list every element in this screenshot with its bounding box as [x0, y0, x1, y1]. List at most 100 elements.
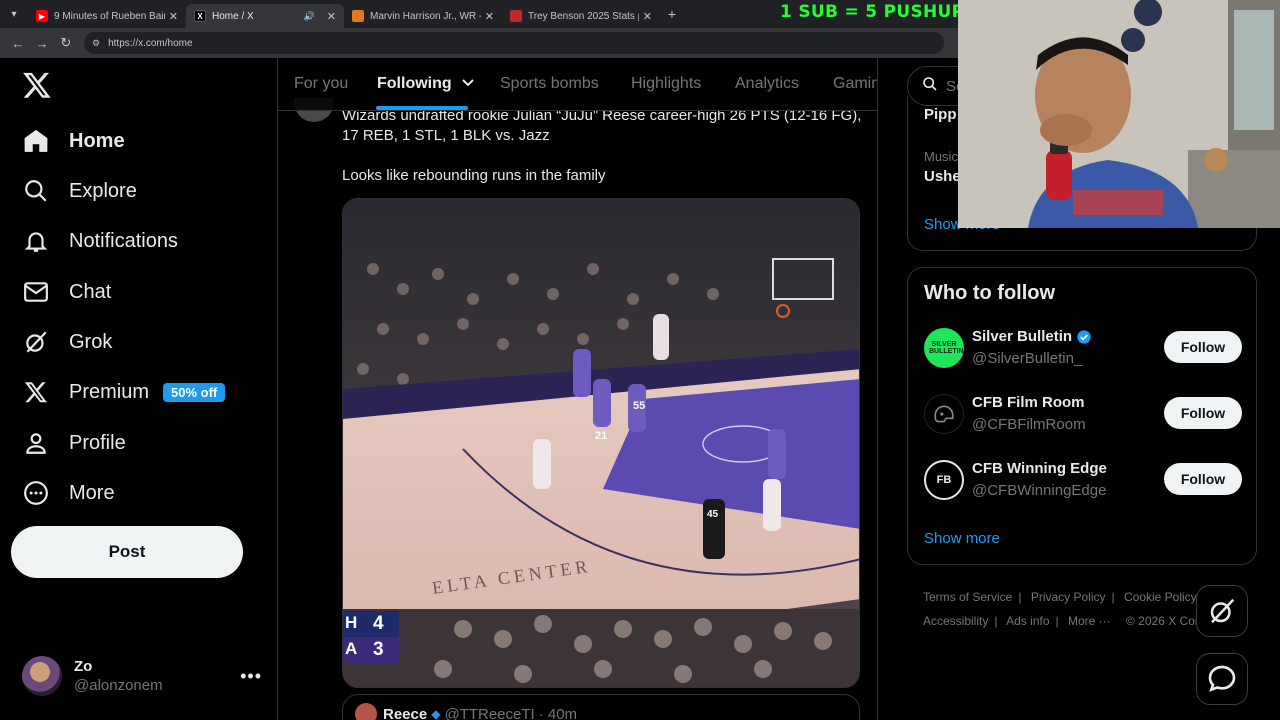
- chat-bubble-icon: [1208, 665, 1236, 692]
- youtube-icon: ▶: [36, 10, 48, 22]
- post-video[interactable]: 55 21 45 ELTA CENTER H 4 A 3: [342, 198, 860, 688]
- nav-grok[interactable]: Grok: [22, 324, 112, 360]
- site-info-icon[interactable]: ⚙: [92, 38, 100, 49]
- post-button[interactable]: Post: [11, 526, 243, 578]
- score-team2: 3: [373, 639, 384, 660]
- tab-label: Following: [377, 75, 452, 92]
- suggestion-handle: @SilverBulletin_: [972, 350, 1083, 367]
- browser-tab-active[interactable]: X Home / X 🔊 ✕: [186, 4, 344, 28]
- follow-button[interactable]: Follow: [1164, 463, 1242, 495]
- nav-more[interactable]: More: [22, 475, 115, 511]
- quoted-post[interactable]: Reece ◆ @TTReeceTI · 40m: [342, 694, 860, 720]
- tab-close-icon[interactable]: ✕: [485, 10, 494, 23]
- tab-following[interactable]: Following: [377, 75, 474, 93]
- webcam-overlay: [958, 0, 1280, 228]
- reload-icon[interactable]: ↻: [54, 35, 78, 51]
- trend-item[interactable]: Pipp: [924, 106, 957, 123]
- tab-title: Trey Benson 2025 Stats per Gan: [528, 10, 639, 22]
- follow-button[interactable]: Follow: [1164, 397, 1242, 429]
- forward-icon[interactable]: →: [30, 36, 54, 51]
- helmet-icon: [924, 394, 964, 434]
- x-icon: [22, 378, 50, 406]
- nav-premium[interactable]: Premium 50% off: [22, 374, 226, 410]
- post-text: Wizards undrafted rookie Julian “JuJu” R…: [342, 106, 870, 206]
- footer-link[interactable]: Terms of Service: [923, 590, 1012, 604]
- tab-title: 9 Minutes of Rueben Bain Jr. Hi: [54, 10, 165, 22]
- nav-label: Grok: [69, 330, 113, 353]
- back-icon[interactable]: ←: [6, 36, 30, 51]
- copyright-text: © 2026 X Cor: [1126, 614, 1199, 628]
- avatar: SILVER BULLETIN: [924, 328, 964, 368]
- account-name: Zo: [74, 658, 93, 675]
- nav-profile[interactable]: Profile: [22, 425, 126, 461]
- webcam-feed-image: [958, 0, 1280, 228]
- url-input[interactable]: ⚙ https://x.com/home: [84, 32, 944, 54]
- tab-highlights[interactable]: Highlights: [631, 75, 701, 93]
- x-icon: X: [194, 10, 206, 22]
- tab-gaming[interactable]: Gamin: [833, 75, 877, 93]
- timeline-tabs: For you Following Sports bombs Highlight…: [278, 58, 877, 111]
- nav-label: Home: [69, 129, 125, 152]
- address-bar: ← → ↻ ⚙ https://x.com/home: [0, 28, 958, 58]
- quote-time: · 40m: [538, 705, 578, 720]
- grok-icon: [1210, 598, 1235, 624]
- follow-suggestion[interactable]: SILVER BULLETIN Silver Bulletin @SilverB…: [924, 326, 1242, 370]
- trend-category: Music: [924, 149, 958, 164]
- follow-suggestion[interactable]: FB CFB Winning Edge @CFBWinningEdge Foll…: [924, 458, 1242, 502]
- footer-link[interactable]: More ···: [1068, 614, 1111, 628]
- browser-tab[interactable]: Trey Benson 2025 Stats per Gan ✕: [502, 4, 660, 28]
- tab-sports-bombs[interactable]: Sports bombs: [500, 75, 599, 93]
- tab-for-you[interactable]: For you: [294, 75, 348, 93]
- nav-chat[interactable]: Chat: [22, 274, 111, 310]
- tab-close-icon[interactable]: ✕: [643, 10, 652, 23]
- footer-link[interactable]: Accessibility: [923, 614, 988, 628]
- tab-close-icon[interactable]: ✕: [327, 10, 336, 23]
- stream-overlay-text: 1 SUB = 5 PUSHUPS: [780, 2, 977, 22]
- avatar: [22, 656, 62, 696]
- grok-fab-button[interactable]: [1196, 585, 1248, 637]
- nav-label: Notifications: [69, 229, 178, 252]
- footer-link[interactable]: Cookie Policy: [1124, 590, 1197, 604]
- tab-close-icon[interactable]: ✕: [169, 10, 178, 23]
- footer-links: Terms of Service | Privacy Policy | Cookie…: [923, 585, 1243, 633]
- browser-tab[interactable]: ▶ 9 Minutes of Rueben Bain Jr. Hi ✕: [28, 4, 186, 28]
- footer-row: Terms of Service | Privacy Policy | Cookie…: [923, 590, 1197, 604]
- speaker-icon[interactable]: 🔊: [304, 11, 315, 22]
- more-circle-icon: [22, 479, 50, 507]
- footer-row: Accessibility | Ads info | More ··· © 2026…: [923, 614, 1199, 628]
- post-text-line: Wizards undrafted rookie Julian “JuJu” R…: [342, 107, 862, 144]
- jersey-number: 45: [707, 509, 719, 520]
- more-horizontal-icon[interactable]: •••: [240, 666, 262, 687]
- search-icon: [922, 76, 938, 96]
- premium-discount-badge: 50% off: [163, 382, 226, 402]
- follow-suggestion[interactable]: CFB Film Room @CFBFilmRoom Follow: [924, 392, 1242, 436]
- who-to-follow-show-more-link[interactable]: Show more: [924, 530, 1000, 547]
- left-sidebar: Home Explore Notifications Chat Grok Pre…: [0, 58, 278, 720]
- footer-link[interactable]: Privacy Policy: [1031, 590, 1106, 604]
- footer-link[interactable]: Ads info: [1006, 614, 1049, 628]
- account-handle: @alonzonem: [74, 677, 163, 694]
- x-logo-icon[interactable]: [22, 70, 52, 100]
- score-team2-abbr: A: [345, 639, 358, 658]
- who-to-follow-panel: Who to follow SILVER BULLETIN Silver Bul…: [907, 267, 1257, 565]
- browser-tab[interactable]: Marvin Harrison Jr., WR - 2024 ✕: [344, 4, 502, 28]
- new-tab-icon[interactable]: +: [660, 6, 684, 22]
- score-team1-abbr: H: [345, 613, 358, 632]
- follow-button[interactable]: Follow: [1164, 331, 1242, 363]
- suggestion-name: Silver Bulletin: [972, 328, 1073, 345]
- tab-analytics[interactable]: Analytics: [735, 75, 799, 93]
- account-switcher[interactable]: Zo @alonzonem •••: [22, 654, 262, 698]
- search-icon: [22, 177, 50, 205]
- messages-fab-button[interactable]: [1196, 653, 1248, 705]
- trend-item[interactable]: Ushe: [924, 168, 961, 185]
- nav-label: Chat: [69, 280, 112, 303]
- active-tab-indicator: [376, 106, 468, 110]
- suggestion-name: CFB Film Room: [972, 394, 1085, 411]
- nav-explore[interactable]: Explore: [22, 173, 137, 209]
- verified-icon: ◆: [431, 707, 441, 720]
- suggestion-name-row: Silver Bulletin: [972, 328, 1092, 345]
- verified-icon: [1077, 329, 1091, 344]
- nav-notifications[interactable]: Notifications: [22, 223, 178, 259]
- tab-search-caret-icon[interactable]: ▾: [0, 0, 28, 28]
- nav-home[interactable]: Home: [22, 123, 125, 159]
